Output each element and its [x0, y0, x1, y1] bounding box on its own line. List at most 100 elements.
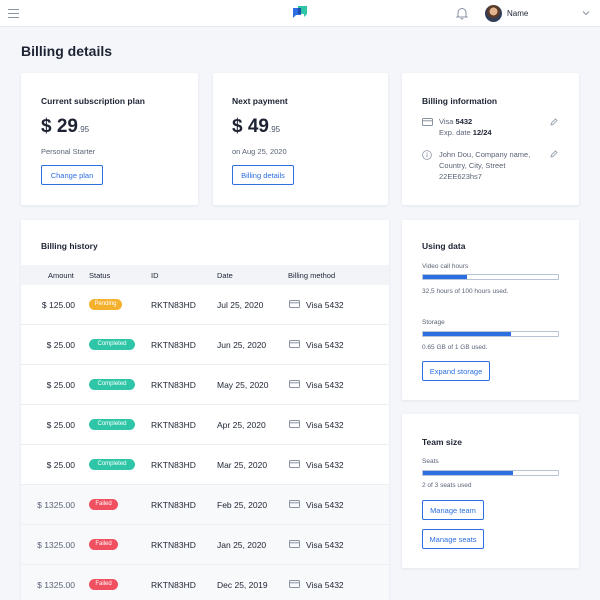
credit-card-icon	[289, 500, 300, 508]
column-status[interactable]: Status	[89, 271, 110, 280]
subscription-card: Current subscription plan $ 29.95 Person…	[21, 73, 198, 205]
using-data-card: Using data Video call hours 32,5 hours o…	[402, 220, 579, 400]
seats-label: Seats	[422, 458, 439, 465]
seats-progress	[422, 470, 559, 476]
manage-team-button[interactable]: Manage team	[422, 500, 484, 520]
status-badge: Completed	[89, 419, 135, 430]
credit-card-icon	[289, 540, 300, 548]
next-payment-title: Next payment	[232, 96, 288, 106]
row-method: Visa 5432	[306, 500, 344, 510]
column-date[interactable]: Date	[217, 271, 233, 280]
table-row[interactable]: $ 25.00 Completed RKTN83HD Mar 25, 2020 …	[21, 445, 389, 485]
next-payment-price: $ 49.95	[232, 116, 280, 138]
row-id: RKTN83HD	[151, 380, 196, 390]
credit-card-icon	[289, 300, 300, 308]
billing-info-card: Billing information Visa 5432 Exp. date …	[402, 73, 579, 205]
row-amount: $ 25.00	[46, 380, 75, 390]
row-date: Apr 25, 2020	[217, 420, 266, 430]
table-row[interactable]: $ 125.00 Pending RKTN83HD Jul 25, 2020 V…	[21, 285, 389, 325]
status-badge: Completed	[89, 459, 135, 470]
table-row[interactable]: $ 25.00 Completed RKTN83HD Jun 25, 2020 …	[21, 325, 389, 365]
row-method: Visa 5432	[306, 340, 344, 350]
expand-storage-button[interactable]: Expand storage	[422, 361, 490, 381]
status-badge: Failed	[89, 579, 118, 590]
row-amount: $ 125.00	[41, 300, 75, 310]
billing-info-title: Billing information	[422, 96, 498, 106]
row-id: RKTN83HD	[151, 460, 196, 470]
status-badge: Completed	[89, 379, 135, 390]
avatar[interactable]	[485, 5, 502, 22]
table-row[interactable]: $ 1325.00 Failed RKTN83HD Jan 25, 2020 V…	[21, 525, 389, 565]
credit-card-icon	[289, 420, 300, 428]
exp-date: 12/24	[472, 128, 492, 137]
chevron-down-icon[interactable]	[582, 9, 590, 17]
row-id: RKTN83HD	[151, 420, 196, 430]
address-info: John Dou, Company name, Country, City, S…	[439, 149, 530, 182]
app-logo-icon[interactable]	[292, 5, 308, 22]
row-date: May 25, 2020	[217, 380, 269, 390]
card-info: Visa 5432 Exp. date 12/24	[439, 116, 492, 138]
page-title: Billing details	[21, 43, 113, 59]
row-date: Dec 25, 2019	[217, 580, 268, 590]
subscription-cents: .95	[77, 125, 90, 134]
row-date: Jul 25, 2020	[217, 300, 264, 310]
row-id: RKTN83HD	[151, 580, 196, 590]
menu-icon[interactable]	[8, 9, 19, 18]
seats-note: 2 of 3 seats used	[422, 482, 472, 489]
column-amount[interactable]: Amount	[48, 271, 74, 280]
subscription-title: Current subscription plan	[41, 96, 145, 106]
row-method: Visa 5432	[306, 420, 344, 430]
status-badge: Pending	[89, 299, 122, 310]
row-method: Visa 5432	[306, 380, 344, 390]
exp-label: Exp. date	[439, 128, 473, 137]
table-row[interactable]: $ 25.00 Completed RKTN83HD Apr 25, 2020 …	[21, 405, 389, 445]
team-size-title: Team size	[422, 437, 463, 447]
subscription-price: $ 29.95	[41, 116, 89, 138]
column-id[interactable]: ID	[151, 271, 159, 280]
change-plan-button[interactable]: Change plan	[41, 165, 103, 185]
video-hours-label: Video call hours	[422, 263, 469, 270]
status-badge: Completed	[89, 339, 135, 350]
next-payment-cents: .95	[268, 125, 281, 134]
row-amount: $ 25.00	[46, 460, 75, 470]
credit-card-icon	[289, 340, 300, 348]
row-amount: $ 25.00	[46, 340, 75, 350]
table-row[interactable]: $ 25.00 Completed RKTN83HD May 25, 2020 …	[21, 365, 389, 405]
status-badge: Failed	[89, 499, 118, 510]
manage-seats-button[interactable]: Manage seats	[422, 529, 484, 549]
status-badge: Failed	[89, 539, 118, 550]
storage-label: Storage	[422, 319, 445, 326]
row-id: RKTN83HD	[151, 340, 196, 350]
next-payment-date: on Aug 25, 2020	[232, 147, 287, 156]
video-hours-fill	[423, 275, 467, 279]
pencil-icon[interactable]	[550, 150, 558, 158]
table-row[interactable]: $ 1325.00 Failed RKTN83HD Dec 25, 2019 V…	[21, 565, 389, 600]
pencil-icon[interactable]	[550, 118, 558, 126]
next-payment-card: Next payment $ 49.95 on Aug 25, 2020 Bil…	[213, 73, 388, 205]
next-payment-amount: $ 49	[232, 116, 269, 137]
video-hours-note: 32,5 hours of 100 hours used.	[422, 288, 509, 295]
address-line-1: John Dou, Company name,	[439, 150, 531, 159]
storage-fill	[423, 332, 511, 336]
card-label: Visa	[439, 117, 456, 126]
row-date: Mar 25, 2020	[217, 460, 268, 470]
billing-details-button[interactable]: Billing details	[232, 165, 294, 185]
row-date: Feb 25, 2020	[217, 500, 268, 510]
row-method: Visa 5432	[306, 460, 344, 470]
billing-history-title: Billing history	[41, 241, 98, 251]
row-id: RKTN83HD	[151, 300, 196, 310]
address-line-3: 22EE623hs7	[439, 172, 482, 181]
row-method: Visa 5432	[306, 540, 344, 550]
column-billing-method[interactable]: Billing method	[288, 271, 335, 280]
user-name[interactable]: Name	[507, 9, 528, 18]
row-date: Jan 25, 2020	[217, 540, 267, 550]
team-size-card: Team size Seats 2 of 3 seats used Manage…	[402, 414, 579, 568]
row-method: Visa 5432	[306, 300, 344, 310]
video-hours-progress	[422, 274, 559, 280]
storage-note: 0.65 GB of 1 GB used.	[422, 344, 488, 351]
credit-card-icon	[289, 580, 300, 588]
table-row[interactable]: $ 1325.00 Failed RKTN83HD Feb 25, 2020 V…	[21, 485, 389, 525]
seats-fill	[423, 471, 513, 475]
bell-icon[interactable]	[455, 6, 469, 20]
row-date: Jun 25, 2020	[217, 340, 267, 350]
